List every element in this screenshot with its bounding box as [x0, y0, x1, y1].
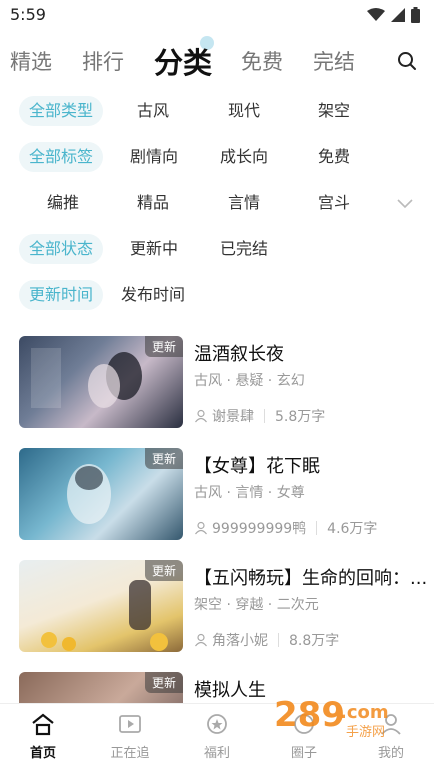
book-cover[interactable]: 更新	[19, 560, 183, 652]
chip-free-tag[interactable]: 免费	[316, 142, 352, 172]
book-cover[interactable]: 更新	[19, 448, 183, 540]
book-item[interactable]: 更新 温酒叙长夜 古风 · 悬疑 · 玄幻 谢景肆 5.8万字	[0, 336, 434, 432]
book-author: 角落小妮	[212, 633, 268, 649]
play-icon	[119, 715, 141, 733]
nav-label: 我的	[377, 746, 404, 761]
book-title[interactable]: 【五闪畅玩】生命的回响：...	[194, 564, 426, 590]
update-badge: 更新	[144, 672, 183, 693]
chip-romance[interactable]: 言情	[226, 188, 262, 218]
chevron-down-icon[interactable]	[396, 194, 414, 212]
nav-home[interactable]: 首页	[8, 710, 78, 761]
nav-label: 福利	[203, 746, 230, 761]
book-author: 谢景肆	[212, 409, 254, 425]
signal-icon	[391, 8, 405, 22]
book-tags: 架空 · 穿越 · 二次元	[194, 597, 319, 613]
tab-free[interactable]: 免费	[241, 46, 283, 76]
divider	[264, 409, 265, 423]
book-item[interactable]: 更新 【五闪畅玩】生命的回响：... 架空 · 穿越 · 二次元 角落小妮 8.…	[0, 560, 434, 656]
filter-type-row: 全部类型 古风 现代 架空	[0, 96, 434, 128]
book-word-count: 4.6万字	[327, 521, 378, 537]
status-bar: 5:59	[0, 0, 434, 30]
filter-tag-row: 全部标签 剧情向 成长向 免费	[0, 142, 434, 174]
chip-fictional[interactable]: 架空	[316, 96, 352, 126]
author-icon	[195, 521, 207, 535]
update-badge: 更新	[144, 560, 183, 581]
filter-tag-row-2: 编推 精品 言情 宫斗	[0, 188, 434, 220]
update-badge: 更新	[144, 336, 183, 357]
gift-icon	[207, 714, 227, 734]
chip-growth[interactable]: 成长向	[217, 142, 271, 172]
nav-label: 正在追	[110, 746, 150, 761]
filter-status-row: 全部状态 更新中 已完结	[0, 234, 434, 266]
tab-ranking[interactable]: 排行	[82, 46, 124, 76]
book-tags: 古风 · 悬疑 · 玄幻	[194, 373, 305, 389]
divider	[278, 633, 279, 647]
chip-update-time[interactable]: 更新时间	[19, 280, 104, 310]
book-author: 999999999鸭	[212, 521, 307, 537]
book-item[interactable]: 更新 【女尊】花下眠 古风 · 言情 · 女尊 999999999鸭 4.6万字	[0, 448, 434, 544]
book-tags: 古风 · 言情 · 女尊	[194, 485, 305, 501]
tab-featured[interactable]: 精选	[10, 46, 52, 76]
filter-time-row: 更新时间 发布时间	[0, 280, 434, 312]
update-badge: 更新	[144, 448, 183, 469]
chip-all-status[interactable]: 全部状态	[19, 234, 104, 264]
book-title[interactable]: 【女尊】花下眠	[194, 452, 426, 478]
book-meta: 角落小妮 8.8万字	[194, 630, 339, 650]
chip-all-tags[interactable]: 全部标签	[19, 142, 104, 172]
chip-publish-time[interactable]: 发布时间	[119, 280, 187, 310]
watermark-logo: 289 .com 手游网	[274, 695, 389, 740]
svg-text:289: 289	[274, 695, 345, 735]
tab-category[interactable]: 分类	[154, 40, 212, 82]
book-cover[interactable]: 更新	[19, 336, 183, 428]
nav-following[interactable]: 正在追	[95, 710, 165, 761]
book-meta: 999999999鸭 4.6万字	[194, 518, 377, 538]
chip-editor-pick[interactable]: 编推	[45, 188, 81, 218]
top-tabs: 精选 排行 分类 免费 完结	[0, 36, 434, 86]
divider	[316, 521, 318, 535]
chip-palace[interactable]: 宫斗	[316, 188, 352, 218]
home-icon	[32, 713, 54, 736]
book-meta: 谢景肆 5.8万字	[194, 406, 325, 426]
nav-label: 圈子	[290, 746, 317, 761]
book-word-count: 8.8万字	[289, 633, 340, 649]
nav-label: 首页	[29, 746, 56, 761]
svg-text:手游网: 手游网	[346, 725, 385, 740]
chip-all-types[interactable]: 全部类型	[19, 96, 104, 126]
wifi-icon	[367, 8, 385, 21]
svg-text:.com: .com	[340, 702, 389, 723]
book-title[interactable]: 温酒叙长夜	[194, 340, 426, 366]
chip-plot[interactable]: 剧情向	[127, 142, 181, 172]
chip-ancient[interactable]: 古风	[135, 96, 171, 126]
nav-welfare[interactable]: 福利	[182, 710, 252, 761]
search-icon[interactable]	[396, 50, 418, 72]
author-icon	[195, 633, 207, 647]
chip-quality[interactable]: 精品	[135, 188, 171, 218]
chip-completed[interactable]: 已完结	[217, 234, 271, 264]
status-icons	[367, 7, 420, 23]
chip-updating[interactable]: 更新中	[127, 234, 181, 264]
book-word-count: 5.8万字	[275, 409, 326, 425]
author-icon	[195, 409, 207, 423]
battery-icon	[411, 7, 420, 23]
tab-finished[interactable]: 完结	[313, 46, 355, 76]
status-time: 5:59	[10, 5, 46, 24]
book-cover[interactable]: 更新	[19, 672, 183, 703]
chip-modern[interactable]: 现代	[226, 96, 262, 126]
